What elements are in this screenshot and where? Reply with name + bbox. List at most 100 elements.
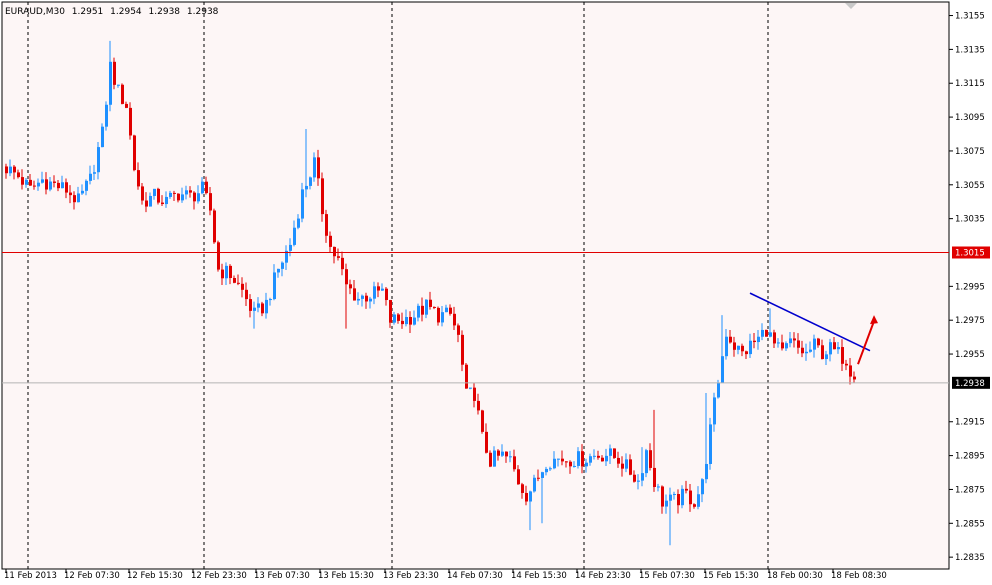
chart-window[interactable]: 1.3155 1.3135 1.3115 1.3095 1.3075 1.3055 1.30… [0,0,992,585]
time-tick-label: 15 Feb 15:30 [703,571,759,581]
candle-body [273,272,276,300]
candle-body [505,451,508,457]
candle-body [773,332,776,344]
candle-body [21,177,24,185]
candle-body [157,188,160,203]
candle-body [37,182,40,187]
candle-body [557,458,560,460]
time-tick-label: 18 Feb 08:30 [831,571,887,581]
candle-body [781,342,784,349]
candle-body [765,329,768,337]
candle-body [309,177,312,186]
candle-body [269,299,272,301]
candle-body [69,192,72,196]
candle-body [253,307,256,311]
candle-body [569,461,572,467]
candle-body [777,342,780,344]
candle-body [321,178,324,215]
price-tick-label: 1.3115 [955,79,985,89]
price-tick-label: 1.2895 [955,452,985,462]
candle-body [469,387,472,389]
candle-body [101,126,104,148]
candle-body [669,494,672,501]
candle-body [665,500,668,507]
candle-body [201,181,204,194]
candle-body [513,456,516,470]
candle-body [521,484,524,493]
candle-body [553,458,556,469]
time-tick-label: 15 Feb 07:30 [639,571,695,581]
candle-body [581,451,584,467]
candle-body [853,376,856,380]
price-chart[interactable]: 1.3155 1.3135 1.3115 1.3095 1.3075 1.3055 1.30… [0,0,992,585]
candle-body [533,477,536,492]
candle-body [485,431,488,453]
candle-body [185,190,188,195]
candle-body [653,467,656,487]
candle-body [733,342,736,350]
candle-body [213,210,216,243]
candle-body [809,349,812,352]
candle-body [441,312,444,323]
price-tick-label: 1.2915 [955,418,985,428]
candle-body [57,182,60,189]
candle-body [125,103,128,108]
price-axis: 1.3155 1.3135 1.3115 1.3095 1.3075 1.3055 1.30… [949,12,985,563]
price-tick-label: 1.2855 [955,519,985,529]
candle-body [761,329,764,337]
candle-body [81,190,84,194]
candle-body [53,181,56,183]
candle-body [545,468,548,473]
candle-body [629,459,632,475]
time-tick-label: 12 Feb 23:30 [191,571,247,581]
candle-body [405,316,408,325]
candle-body [585,462,588,467]
candle-body [489,452,492,467]
candle-body [349,284,352,289]
candle-body [377,286,380,291]
candle-body [205,181,208,194]
candle-body [729,336,732,343]
candle-body [305,185,308,190]
candle-body [565,461,568,463]
candle-body [649,450,652,468]
candle-body [453,313,456,326]
candle-body [437,307,440,323]
candle-body [129,107,132,136]
candle-body [401,320,404,325]
candle-body [169,192,172,197]
candle-body [445,307,448,313]
candle-body [73,195,76,203]
candle-body [477,400,480,411]
candle-body [5,166,8,174]
candle-body [105,104,108,127]
candle-body [561,458,564,462]
candle-body [161,202,164,205]
candle-body [641,473,644,481]
candle-body [845,363,848,366]
candle-body [393,314,396,323]
candle-body [813,338,816,350]
close-value: 1.2938 [186,7,219,17]
candle-body [229,265,232,278]
candle-body [501,451,504,456]
candle-body [693,504,696,507]
candle-body [529,491,532,502]
candle-body [805,351,808,354]
candle-body [17,172,20,178]
candle-body [705,463,708,480]
candle-body [601,457,604,462]
candle-body [837,347,840,350]
candle-body [397,314,400,321]
candle-body [725,336,728,357]
time-tick-label: 12 Feb 07:30 [64,571,120,581]
candle-body [381,288,384,291]
current-price-tag-label: 1.2938 [955,379,985,389]
candle-body [297,218,300,228]
candle-body [221,269,224,279]
candle-body [313,157,316,178]
time-tick-label: 13 Feb 23:30 [383,571,439,581]
candle-body [677,494,680,506]
candle-body [829,342,832,355]
candle-body [333,246,336,257]
